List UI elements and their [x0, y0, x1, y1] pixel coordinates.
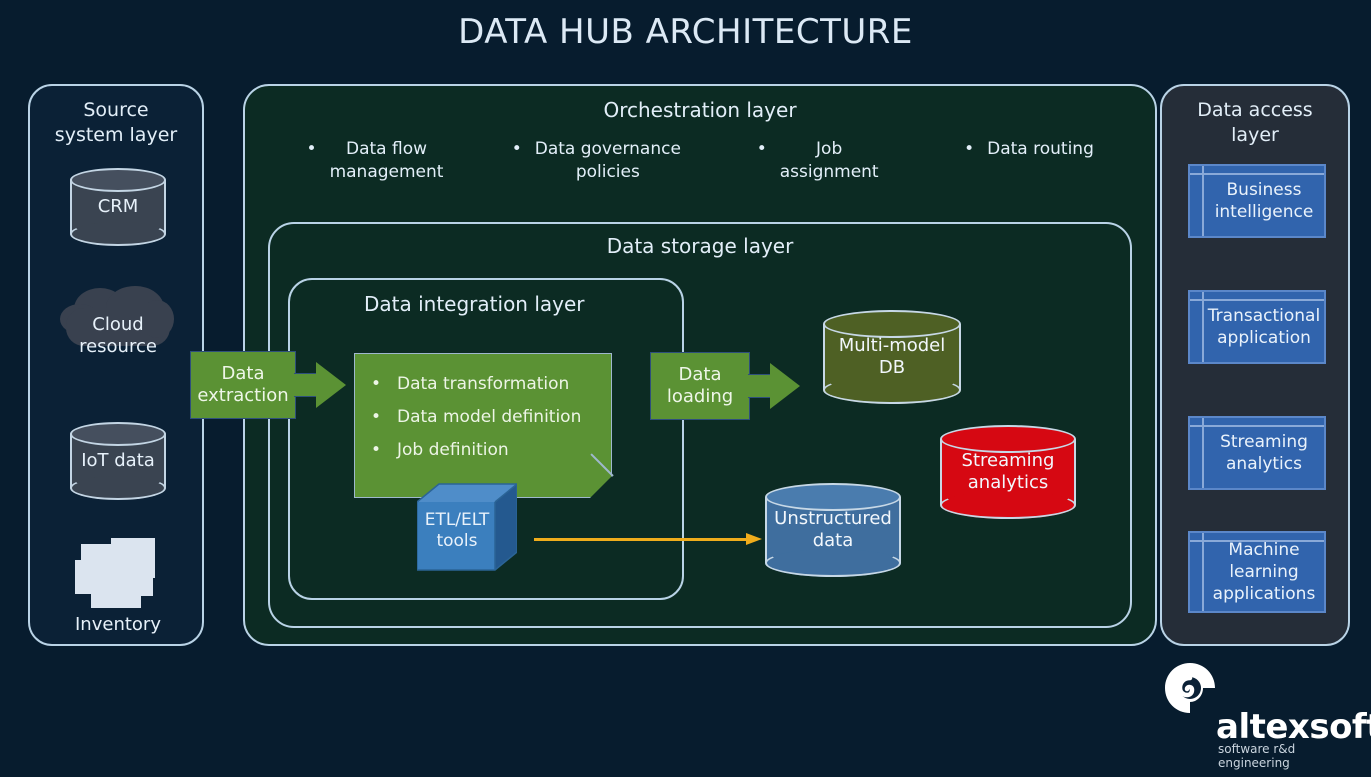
- bullet-dot-icon: •: [511, 139, 522, 159]
- database-cylinder-icon: IoT data: [70, 422, 166, 500]
- orchestration-layer-title: Orchestration layer: [603, 98, 797, 122]
- access-item-label: Machine learning applications: [1212, 540, 1316, 604]
- data-storage-layer-title: Data storage layer: [606, 234, 794, 258]
- store-streaming-analytics-label: Streaming analytics: [961, 450, 1055, 493]
- data-integration-card-item: • Job definition: [371, 434, 611, 467]
- altexsoft-wordmark: altexsoft: [1216, 707, 1371, 747]
- source-item-iot-data-label: IoT data: [81, 450, 155, 471]
- data-integration-card[interactable]: • Data transformation • Data model defin…: [354, 353, 614, 498]
- arrow-head-icon: [770, 363, 800, 409]
- store-streaming-analytics[interactable]: Streaming analytics: [940, 425, 1076, 519]
- source-item-crm-label: CRM: [97, 196, 139, 217]
- source-item-inventory-label: Inventory: [75, 614, 161, 635]
- data-integration-card-item-label: Job definition: [397, 440, 509, 460]
- diagram-canvas: DATA HUB ARCHITECTURE Source system laye…: [0, 0, 1371, 777]
- folded-corner-icon: [590, 476, 612, 498]
- access-item-label: Streaming analytics: [1220, 432, 1308, 474]
- orchestration-bullet-list: • Data flow management • Data governance…: [275, 138, 1129, 184]
- source-item-iot-data[interactable]: IoT data: [30, 422, 206, 500]
- data-loading-label: Data loading: [650, 352, 750, 420]
- etl-elt-tools-cube[interactable]: ETL/ELT tools: [417, 482, 517, 572]
- store-multi-model-db[interactable]: Multi-model DB: [823, 310, 961, 404]
- cylinder-top: [765, 483, 901, 511]
- orchestration-bullet-label: Data flow management: [329, 139, 444, 182]
- data-extraction-flow[interactable]: Data extraction: [190, 351, 346, 419]
- orchestration-bullet-item: • Data routing: [929, 138, 1129, 161]
- altexsoft-tagline: software r&d engineering: [1218, 742, 1296, 770]
- bullet-dot-icon: •: [371, 440, 382, 460]
- data-integration-card-list: • Data transformation • Data model defin…: [355, 354, 611, 467]
- arrow-shaft: [748, 374, 772, 398]
- data-integration-layer-title: Data integration layer: [364, 292, 585, 316]
- data-integration-card-item: • Data model definition: [371, 401, 611, 434]
- orchestration-bullet-label: Data routing: [987, 139, 1094, 159]
- cylinder-top: [823, 310, 961, 338]
- orchestration-bullet-item: • Data flow management: [275, 138, 475, 184]
- orchestration-bullet-label: Job assignment: [779, 139, 879, 182]
- data-extraction-label: Data extraction: [190, 351, 296, 419]
- source-item-cloud-resource-label: Cloud resource: [79, 314, 157, 357]
- orchestration-bullet-item: • Data governance policies: [486, 138, 706, 184]
- store-multi-model-db-label: Multi-model DB: [838, 335, 946, 378]
- data-access-layer-title: Data access layer: [1197, 99, 1313, 146]
- access-item-business-intelligence[interactable]: Business intelligence: [1188, 164, 1326, 238]
- data-integration-card-item: • Data transformation: [371, 368, 611, 401]
- access-item-label: Transactional application: [1207, 306, 1321, 348]
- arrow-shaft: [294, 373, 318, 397]
- arrow-head-icon: [316, 362, 346, 408]
- source-item-cloud-resource[interactable]: Cloud resource: [30, 286, 206, 358]
- arrow-head-icon: [746, 533, 762, 545]
- database-cylinder-icon: CRM: [70, 168, 166, 246]
- data-access-layer-panel: Data access layer Business intelligence …: [1160, 84, 1350, 646]
- orchestration-bullet-item: • Job assignment: [718, 138, 918, 184]
- bullet-dot-icon: •: [371, 374, 382, 394]
- access-item-machine-learning-applications[interactable]: Machine learning applications: [1188, 531, 1326, 613]
- altexsoft-mark-icon: [1165, 663, 1215, 713]
- altexsoft-logo: altexsoft software r&d engineering: [1158, 660, 1371, 770]
- arrow-line: [534, 538, 748, 541]
- inventory-boxes-icon: [75, 538, 161, 610]
- bullet-dot-icon: •: [756, 139, 767, 159]
- access-item-label: Business intelligence: [1214, 180, 1314, 222]
- data-integration-card-item-label: Data model definition: [397, 407, 582, 427]
- source-item-crm[interactable]: CRM: [30, 168, 206, 246]
- source-item-inventory[interactable]: Inventory: [30, 538, 206, 636]
- data-loading-flow[interactable]: Data loading: [650, 352, 802, 420]
- source-system-layer-title: Source system layer: [54, 99, 178, 146]
- cylinder-top: [940, 425, 1076, 453]
- bullet-dot-icon: •: [371, 407, 382, 427]
- bullet-dot-icon: •: [306, 139, 317, 159]
- bullet-dot-icon: •: [964, 139, 975, 159]
- page-title: DATA HUB ARCHITECTURE: [458, 12, 913, 52]
- etl-elt-tools-label: ETL/ELT tools: [424, 510, 490, 551]
- access-item-transactional-application[interactable]: Transactional application: [1188, 290, 1326, 364]
- access-item-streaming-analytics[interactable]: Streaming analytics: [1188, 416, 1326, 490]
- store-unstructured-data[interactable]: Unstructured data: [765, 483, 901, 577]
- orchestration-bullet-label: Data governance policies: [534, 139, 681, 182]
- data-integration-card-item-label: Data transformation: [397, 374, 570, 394]
- store-unstructured-data-label: Unstructured data: [774, 508, 892, 551]
- unstructured-data-flow-arrow: [534, 533, 762, 545]
- source-system-layer-panel: Source system layer CRM Cloud resource I…: [28, 84, 204, 646]
